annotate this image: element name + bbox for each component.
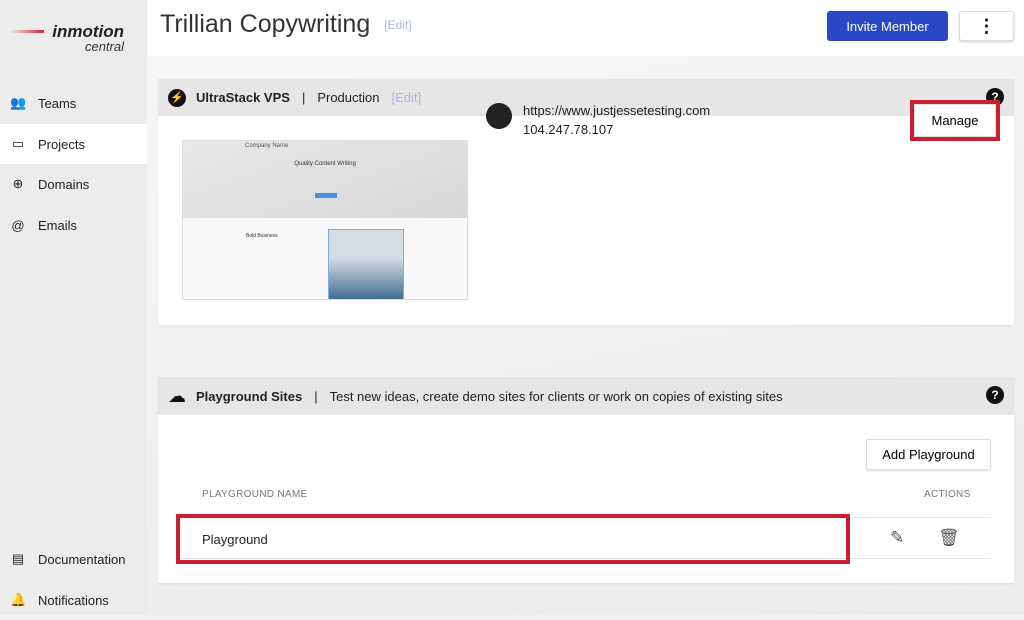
separator: | bbox=[301, 90, 306, 105]
invite-member-button[interactable]: Invite Member bbox=[827, 11, 948, 41]
thumbnail-photo bbox=[328, 229, 404, 299]
users-icon: 👥 bbox=[10, 95, 27, 110]
sidebar-item-emails[interactable]: @ Emails bbox=[0, 205, 147, 245]
thumbnail-button bbox=[315, 193, 337, 198]
project-name: Trillian Copywriting bbox=[160, 10, 371, 38]
bell-icon: 🔔 bbox=[10, 592, 27, 607]
playground-card-header: ☁ Playground Sites | Test new ideas, cre… bbox=[158, 377, 1014, 415]
site-thumbnail[interactable]: Company Name Quality Content Writing Bol… bbox=[182, 140, 468, 300]
sidebar-item-label: Emails bbox=[38, 217, 78, 233]
playground-card: ☁ Playground Sites | Test new ideas, cre… bbox=[158, 377, 1014, 583]
inmotion-logo[interactable]: inmotion central bbox=[10, 22, 130, 56]
pencil-icon[interactable]: ✎ bbox=[890, 528, 904, 548]
logo-subtext: central bbox=[84, 39, 124, 54]
sidebar-item-label: Teams bbox=[38, 95, 77, 111]
thumbnail-hero: Company Name Quality Content Writing bbox=[183, 141, 467, 218]
window-icon: ▭ bbox=[11, 136, 25, 151]
table-row: Playground ✎ 🗑 bbox=[176, 514, 991, 564]
playground-title: Playground Sites bbox=[196, 388, 303, 404]
sidebar-item-label: Notifications bbox=[38, 592, 109, 608]
more-options-button[interactable]: ⋮ bbox=[959, 11, 1014, 41]
site-info: https://www.justjessetesting.com 104.247… bbox=[523, 101, 710, 139]
playground-description: Test new ideas, create demo sites for cl… bbox=[329, 388, 783, 404]
server-name: UltraStack VPS bbox=[196, 90, 290, 105]
sidebar: inmotion central 👥 Teams ▭ Projects ⊕ Domai… bbox=[0, 0, 147, 615]
sidebar-item-label: Projects bbox=[38, 136, 85, 152]
server-card: ⚡ UltraStack VPS | Production [Edit] ? C… bbox=[158, 79, 1014, 325]
globe-lock-icon bbox=[486, 103, 512, 129]
page-title: Trillian Copywriting [Edit] bbox=[160, 10, 412, 39]
sidebar-item-teams[interactable]: 👥 Teams bbox=[0, 83, 147, 123]
manage-button[interactable]: Manage bbox=[910, 100, 1000, 141]
thumbnail-headline: Quality Content Writing bbox=[294, 161, 356, 167]
thumbnail-section: Bold Business bbox=[246, 233, 278, 239]
sidebar-item-label: Documentation bbox=[38, 551, 126, 567]
logo-swoosh bbox=[10, 30, 44, 33]
thumbnail-company: Company Name bbox=[245, 143, 289, 149]
site-ip: 104.247.78.107 bbox=[523, 122, 614, 137]
add-playground-button[interactable]: Add Playground bbox=[866, 439, 991, 470]
help-icon[interactable]: ? bbox=[986, 386, 1004, 404]
server-environment: Production bbox=[317, 90, 380, 105]
separator: | bbox=[314, 388, 318, 404]
sidebar-item-label: Domains bbox=[38, 176, 90, 192]
site-url[interactable]: https://www.justjessetesting.com bbox=[523, 101, 710, 120]
trash-icon[interactable]: 🗑 bbox=[938, 528, 960, 548]
edit-server-link[interactable]: [Edit] bbox=[391, 90, 421, 105]
main-content: Trillian Copywriting [Edit] Invite Member… bbox=[147, 0, 1024, 615]
document-icon: ▤ bbox=[11, 551, 25, 566]
at-icon: @ bbox=[11, 217, 25, 233]
sidebar-item-documentation[interactable]: ▤ Documentation bbox=[0, 539, 147, 579]
lightning-icon: ⚡ bbox=[168, 88, 186, 107]
globe-icon: ⊕ bbox=[12, 176, 24, 191]
sidebar-item-domains[interactable]: ⊕ Domains bbox=[0, 164, 147, 204]
playground-name[interactable]: Playground bbox=[176, 514, 850, 564]
column-header-actions: ACTIONS bbox=[924, 489, 971, 500]
edit-title-link[interactable]: [Edit] bbox=[384, 18, 411, 32]
cloud-icon: ☁ bbox=[168, 385, 186, 406]
sidebar-item-projects[interactable]: ▭ Projects bbox=[0, 124, 147, 164]
sidebar-item-notifications[interactable]: 🔔 Notifications bbox=[0, 580, 147, 620]
column-header-name: PLAYGROUND NAME bbox=[202, 489, 308, 500]
page-header: Trillian Copywriting [Edit] Invite Member… bbox=[147, 0, 1024, 56]
